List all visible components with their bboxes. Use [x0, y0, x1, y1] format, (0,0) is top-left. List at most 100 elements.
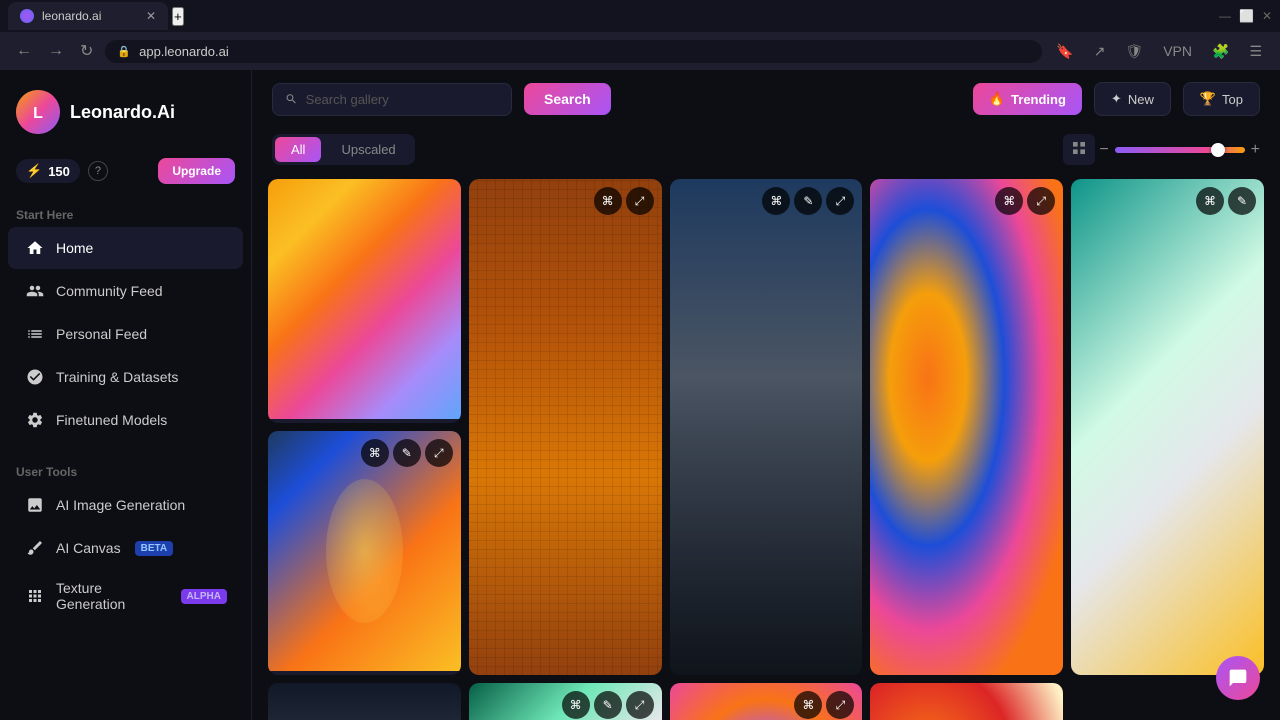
zoom-track[interactable]	[1115, 147, 1245, 153]
filter-tabs: All Upscaled	[272, 134, 415, 165]
sidebar-item-ai-canvas[interactable]: AI Canvas BETA	[8, 527, 243, 569]
finetuned-icon	[24, 409, 46, 431]
cmd-button-colorful[interactable]: ⌘	[794, 691, 822, 719]
cmd-button-koala[interactable]: ⌘	[1196, 187, 1224, 215]
expand-button-warrior[interactable]: ⤢	[826, 187, 854, 215]
filter-upscaled-button[interactable]: Upscaled	[325, 137, 411, 162]
back-button[interactable]: ←	[12, 38, 36, 64]
gallery-item-anime-girl[interactable]: ⌘ ✎ ⤢	[268, 431, 461, 675]
gallery-item-lion[interactable]: ⌘ ✎ ⤢	[268, 179, 461, 423]
edit-button-pink[interactable]: ✎	[594, 691, 622, 719]
new-tab-button[interactable]: +	[172, 7, 184, 26]
search-button[interactable]: Search	[524, 83, 611, 115]
help-button[interactable]: ?	[88, 161, 108, 181]
cmd-button-pink[interactable]: ⌘	[562, 691, 590, 719]
app-container: L Leonardo.Ai ⚡ 150 ? Upgrade Start Here…	[0, 70, 1280, 720]
active-tab[interactable]: leonardo.ai ✕	[8, 2, 168, 30]
chat-icon	[1228, 668, 1248, 688]
browser-tabs: leonardo.ai ✕ + — ⬜ ✕	[0, 0, 1280, 32]
upgrade-button[interactable]: Upgrade	[158, 158, 235, 184]
reload-button[interactable]: ↻	[76, 37, 97, 65]
share-button[interactable]: ↗	[1088, 39, 1112, 64]
expand-button-colorful[interactable]: ⤢	[826, 691, 854, 719]
edit-button-dark-woman[interactable]: ✎	[425, 691, 453, 719]
bookmark-button[interactable]: 🔖	[1050, 39, 1079, 64]
browser-chrome: leonardo.ai ✕ + — ⬜ ✕ ← → ↻ 🔒 app.leonar…	[0, 0, 1280, 70]
search-input[interactable]	[306, 92, 499, 107]
gallery-item-warrior[interactable]: ⌘ ✎ ⤢	[670, 179, 863, 675]
new-icon: ✦	[1111, 91, 1122, 107]
gallery-item-colorful-girl[interactable]: ⌘ ⤢	[670, 683, 863, 720]
zoom-plus-button[interactable]: +	[1251, 141, 1260, 159]
gallery-grid: ⌘ ✎ ⤢ ⌘ ⤢	[268, 179, 1264, 720]
edit-button-anime[interactable]: ✎	[393, 439, 421, 467]
edit-button-warrior[interactable]: ✎	[794, 187, 822, 215]
vpn-button[interactable]: VPN	[1157, 39, 1198, 63]
gallery-item-egypt[interactable]: ⌘ ⤢	[469, 179, 662, 675]
close-tab-button[interactable]: ✕	[146, 9, 156, 23]
gallery-item-flowers[interactable]: ⌘ ⤢	[870, 179, 1063, 675]
minimize-button[interactable]: —	[1219, 9, 1231, 23]
edit-button[interactable]: ✎	[393, 187, 421, 215]
cmd-button-egypt[interactable]: ⌘	[594, 187, 622, 215]
menu-button[interactable]: ☰	[1243, 39, 1268, 64]
trending-button[interactable]: 🔥 Trending	[973, 83, 1082, 115]
top-button[interactable]: 🏆 Top	[1183, 82, 1260, 116]
edit-button-koala[interactable]: ✎	[1228, 187, 1256, 215]
sidebar-item-personal-feed[interactable]: Personal Feed	[8, 313, 243, 355]
sidebar-item-training-datasets[interactable]: Training & Datasets	[8, 356, 243, 398]
user-tools-label: User Tools	[0, 457, 251, 483]
grid-view-button[interactable]	[1063, 134, 1095, 165]
zoom-minus-button[interactable]: −	[1099, 141, 1108, 159]
sidebar-item-community-feed[interactable]: Community Feed	[8, 270, 243, 312]
sidebar-item-finetuned-models[interactable]: Finetuned Models	[8, 399, 243, 441]
lightning-icon: ⚡	[26, 163, 42, 179]
sidebar-item-ai-image-generation[interactable]: AI Image Generation	[8, 484, 243, 526]
sidebar-item-home-label: Home	[56, 240, 93, 256]
browser-nav: ← → ↻ 🔒 app.leonardo.ai 🔖 ↗ 🛡 VPN 🧩 ☰	[0, 32, 1280, 70]
search-icon	[285, 92, 298, 106]
main-content: Search 🔥 Trending ✦ New 🏆 Top All Upscal…	[252, 70, 1280, 720]
lock-icon: 🔒	[117, 45, 131, 58]
cmd-button-anime[interactable]: ⌘	[361, 439, 389, 467]
gallery-item-dark-woman[interactable]: ✎	[268, 683, 461, 720]
maximize-button[interactable]: ⬜	[1239, 9, 1254, 23]
extensions-button[interactable]: 🧩	[1206, 39, 1235, 64]
tab-title: leonardo.ai	[42, 9, 101, 23]
search-box[interactable]	[272, 83, 512, 116]
item-overlay-colorful: ⌘ ⤢	[670, 683, 863, 720]
expand-button-egypt[interactable]: ⤢	[626, 187, 654, 215]
trending-icon: 🔥	[989, 91, 1005, 107]
community-icon	[24, 280, 46, 302]
sidebar-item-texture-generation[interactable]: Texture Generation ALPHA	[8, 570, 243, 622]
expand-button[interactable]: ⤢	[425, 187, 453, 215]
cmd-button-flowers[interactable]: ⌘	[995, 187, 1023, 215]
filter-all-button[interactable]: All	[275, 137, 321, 162]
expand-button-anime[interactable]: ⤢	[425, 439, 453, 467]
new-button[interactable]: ✦ New	[1094, 82, 1171, 116]
gallery-item-orange-pattern[interactable]	[870, 683, 1063, 720]
gallery-item-koala[interactable]: ⌘ ✎	[1071, 179, 1264, 675]
cmd-button[interactable]: ⌘	[361, 187, 389, 215]
gallery-item-pink-hair[interactable]: ⌘ ✎ ⤢	[469, 683, 662, 720]
shield-button[interactable]: 🛡	[1119, 39, 1149, 64]
expand-button-pink[interactable]: ⤢	[626, 691, 654, 719]
credits-badge: ⚡ 150	[16, 159, 80, 183]
forward-button[interactable]: →	[44, 38, 68, 64]
item-overlay-flowers: ⌘ ⤢	[870, 179, 1063, 675]
expand-button-flowers[interactable]: ⤢	[1027, 187, 1055, 215]
personal-feed-icon	[24, 323, 46, 345]
chat-support-button[interactable]	[1216, 656, 1260, 700]
close-window-button[interactable]: ✕	[1262, 9, 1272, 23]
canvas-icon	[24, 537, 46, 559]
item-overlay-pink: ⌘ ✎ ⤢	[469, 683, 662, 720]
cmd-button-warrior[interactable]: ⌘	[762, 187, 790, 215]
item-overlay-anime: ⌘ ✎ ⤢	[268, 431, 461, 675]
gallery: ⌘ ✎ ⤢ ⌘ ⤢	[252, 171, 1280, 720]
view-controls: − +	[1063, 134, 1260, 165]
address-bar[interactable]: 🔒 app.leonardo.ai	[105, 40, 1042, 63]
sidebar-item-home[interactable]: Home	[8, 227, 243, 269]
item-overlay-egypt: ⌘ ⤢	[469, 179, 662, 675]
zoom-thumb[interactable]	[1211, 143, 1225, 157]
sidebar-item-texture-label: Texture Generation	[56, 580, 167, 612]
